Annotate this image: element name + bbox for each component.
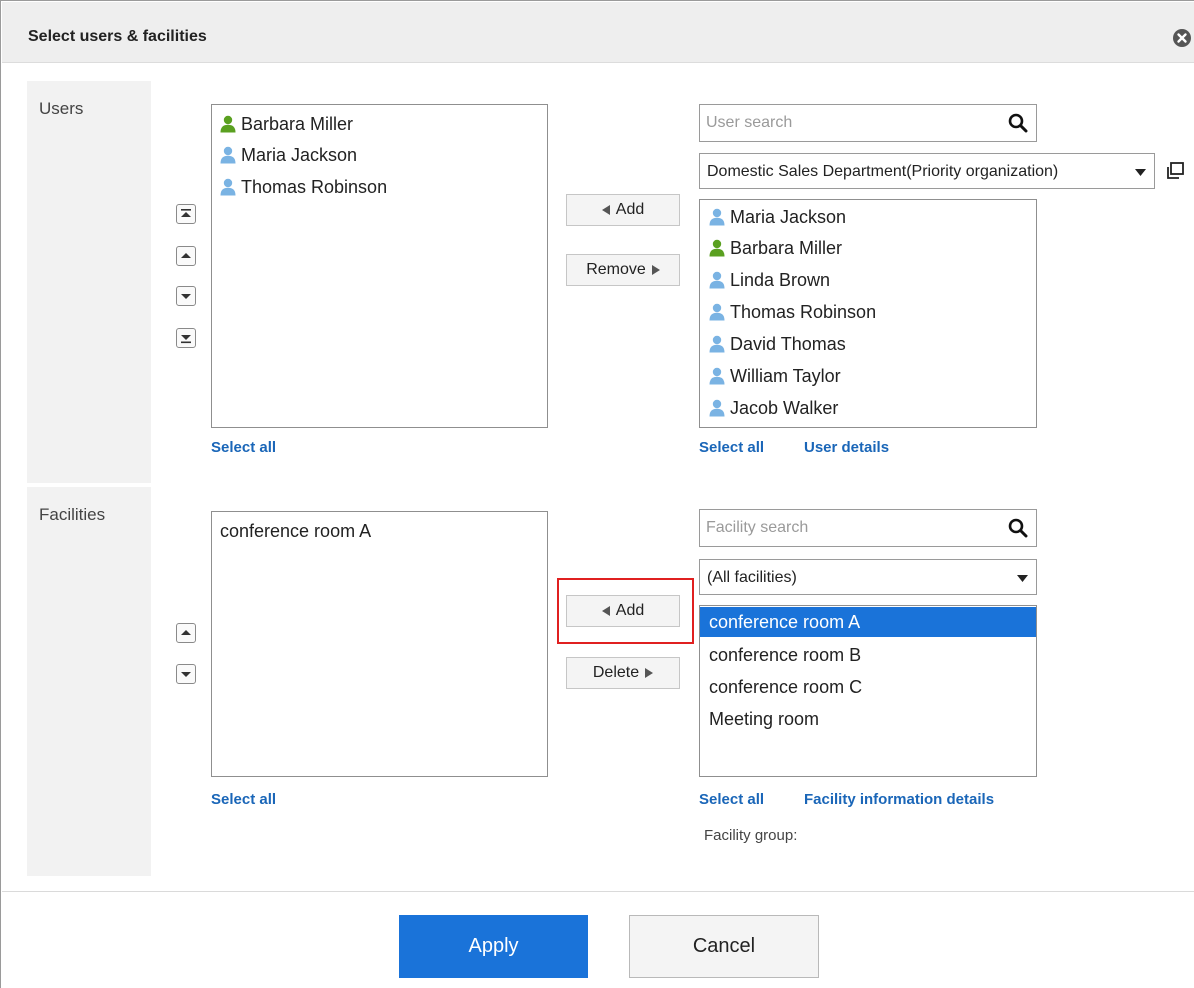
user-icon-blue: [709, 335, 725, 353]
user-search-input[interactable]: [706, 109, 996, 137]
facility-group-label: Facility group:: [704, 827, 798, 844]
move-down-button[interactable]: [176, 286, 196, 306]
remove-user-button[interactable]: Remove: [566, 254, 680, 286]
dialog-title: Select users & facilities: [28, 28, 207, 45]
list-item[interactable]: Thomas Robinson: [212, 172, 547, 202]
facility-move-up-button[interactable]: [176, 623, 196, 643]
list-item[interactable]: conference room A: [700, 607, 1036, 637]
list-item[interactable]: Linda Brown: [700, 265, 1036, 295]
facilities-section-label: Facilities: [39, 505, 106, 524]
user-icon-blue: [709, 367, 725, 385]
facilities-select-all-left-link[interactable]: Select all: [211, 791, 276, 808]
dialog-titlebar: Select users & facilities: [2, 2, 1194, 63]
user-icon-green: [220, 115, 236, 133]
add-user-button[interactable]: Add: [566, 194, 680, 226]
selected-facilities-list[interactable]: conference room A: [211, 511, 548, 777]
search-icon[interactable]: [1008, 518, 1028, 538]
list-item[interactable]: Maria Jackson: [700, 202, 1036, 232]
list-item[interactable]: David Thomas: [700, 329, 1036, 359]
user-icon-blue: [709, 208, 725, 226]
move-top-icon: [181, 209, 191, 217]
chevron-down-icon: [1017, 575, 1028, 582]
move-up-button[interactable]: [176, 246, 196, 266]
move-bottom-icon: [181, 335, 191, 344]
search-icon[interactable]: [1008, 113, 1028, 133]
user-icon-green: [709, 239, 725, 257]
users-section-label-column: Users: [27, 81, 151, 483]
users-section-label: Users: [39, 99, 84, 118]
selected-users-list[interactable]: Barbara Miller Maria Jackson Thomas Robi…: [211, 104, 548, 428]
user-details-link[interactable]: User details: [804, 439, 889, 456]
triangle-right-icon: [651, 265, 660, 275]
candidate-users-list[interactable]: Maria Jackson Barbara Miller Linda Brown…: [699, 199, 1037, 428]
facilities-section-label-column: Facilities: [27, 487, 151, 876]
footer-divider: [2, 891, 1194, 892]
list-item[interactable]: Barbara Miller: [212, 109, 547, 139]
open-window-icon[interactable]: [1165, 161, 1185, 181]
move-up-icon: [181, 253, 191, 258]
facility-group-select-value: (All facilities): [707, 569, 797, 586]
move-up-icon: [181, 630, 191, 635]
chevron-down-icon: [1135, 169, 1146, 176]
close-icon[interactable]: [1172, 28, 1192, 48]
facility-information-details-link[interactable]: Facility information details: [804, 791, 994, 808]
triangle-left-icon: [601, 205, 610, 215]
user-search-box: [699, 104, 1037, 142]
user-icon-blue: [709, 399, 725, 417]
move-down-icon: [181, 294, 191, 299]
cancel-button[interactable]: Cancel: [629, 915, 819, 978]
user-icon-blue: [709, 303, 725, 321]
move-bottom-button[interactable]: [176, 328, 196, 348]
list-item[interactable]: conference room C: [700, 672, 1036, 702]
list-item[interactable]: Barbara Miller: [700, 233, 1036, 263]
list-item[interactable]: William Taylor: [700, 361, 1036, 391]
apply-button[interactable]: Apply: [399, 915, 588, 978]
move-down-icon: [181, 672, 191, 677]
delete-facility-button[interactable]: Delete: [566, 657, 680, 689]
organization-select[interactable]: Domestic Sales Department(Priority organ…: [699, 153, 1155, 189]
add-facility-highlight-box: [557, 578, 694, 644]
list-item[interactable]: Thomas Robinson: [700, 297, 1036, 327]
move-top-button[interactable]: [176, 204, 196, 224]
facilities-select-all-right-link[interactable]: Select all: [699, 791, 764, 808]
facility-search-box: [699, 509, 1037, 547]
list-item[interactable]: Meeting room: [700, 704, 1036, 734]
list-item[interactable]: Jacob Walker: [700, 393, 1036, 423]
users-select-all-right-link[interactable]: Select all: [699, 439, 764, 456]
facility-move-down-button[interactable]: [176, 664, 196, 684]
user-icon-blue: [709, 271, 725, 289]
select-users-facilities-dialog: Select users & facilities Users Barbara …: [0, 0, 1194, 988]
triangle-right-icon: [645, 668, 654, 678]
list-item[interactable]: conference room B: [700, 640, 1036, 670]
candidate-facilities-list[interactable]: conference room A conference room B conf…: [699, 605, 1037, 777]
users-select-all-left-link[interactable]: Select all: [211, 439, 276, 456]
user-icon-blue: [220, 178, 236, 196]
list-item[interactable]: conference room A: [212, 516, 547, 546]
list-item[interactable]: Maria Jackson: [212, 140, 547, 170]
facility-search-input[interactable]: [706, 514, 996, 542]
facility-group-select[interactable]: (All facilities): [699, 559, 1037, 595]
organization-select-value: Domestic Sales Department(Priority organ…: [707, 163, 1059, 180]
user-icon-blue: [220, 146, 236, 164]
